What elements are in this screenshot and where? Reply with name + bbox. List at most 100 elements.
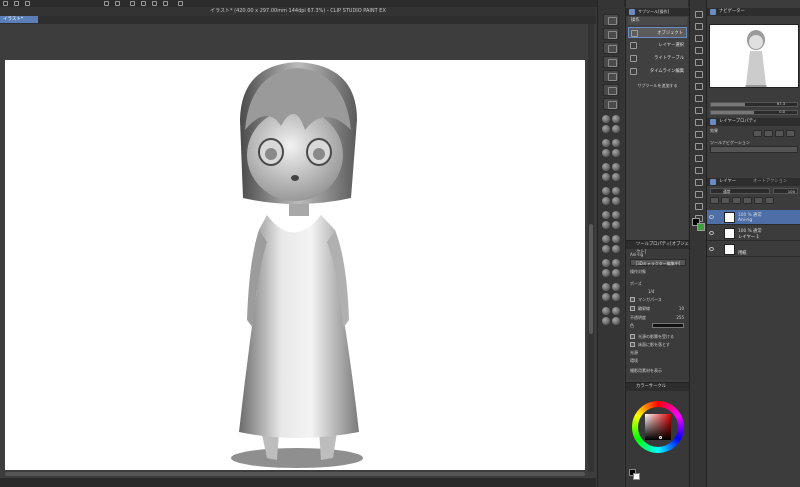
- layer-thumbnail: [724, 212, 735, 223]
- layer-row-paper[interactable]: 用紙: [707, 242, 800, 257]
- layer-row-layer1[interactable]: 100 % 通常 レイヤー 1: [707, 226, 800, 241]
- deselect-icon[interactable]: [152, 1, 157, 6]
- move-tool-icon[interactable]: [694, 22, 703, 30]
- tab-auto-action[interactable]: オートアクション: [753, 178, 787, 186]
- eye-icon[interactable]: [709, 231, 714, 235]
- subtool-item-lighttable[interactable]: ライトテーブル: [628, 53, 687, 64]
- outline-color-swatch[interactable]: [652, 323, 684, 328]
- snap-icon[interactable]: [178, 1, 183, 6]
- saturation-value-square[interactable]: [645, 414, 671, 440]
- tool-nav-button[interactable]: [710, 146, 798, 153]
- pen-tool-icon[interactable]: [694, 94, 703, 102]
- outline-color-row[interactable]: 色: [630, 322, 686, 329]
- airbrush-tool-icon[interactable]: [694, 130, 703, 138]
- transform-icon[interactable]: [141, 1, 146, 6]
- undo-icon[interactable]: [104, 1, 109, 6]
- scroll-thumb[interactable]: [589, 224, 593, 334]
- lighting-preset[interactable]: [601, 235, 621, 257]
- eye-icon[interactable]: [709, 215, 714, 219]
- drawing-canvas[interactable]: [5, 60, 585, 470]
- lasso-tool-icon[interactable]: [694, 70, 703, 78]
- outline-checkbox[interactable]: [630, 306, 635, 311]
- color-picker-marker[interactable]: [659, 436, 662, 439]
- expand-option[interactable]: 撮影用素材を表示: [630, 367, 686, 374]
- sub-color-swatch[interactable]: [633, 473, 640, 480]
- fill-tool-icon[interactable]: [694, 178, 703, 186]
- clear-icon[interactable]: [130, 1, 135, 6]
- subtool-group[interactable]: 操作: [628, 17, 687, 25]
- operation-tool-icon[interactable]: [694, 34, 703, 42]
- tab-document[interactable]: イラスト*: [0, 16, 38, 23]
- eye-icon[interactable]: [709, 247, 714, 251]
- reset-icon[interactable]: [603, 84, 619, 96]
- eyedropper-tool-icon[interactable]: [694, 82, 703, 90]
- zoom-slider[interactable]: 67.3: [710, 102, 798, 107]
- environment-row[interactable]: 環境: [630, 357, 686, 364]
- zoom-icon[interactable]: [603, 70, 619, 82]
- lighting-preset[interactable]: [601, 211, 621, 233]
- lighting-preset[interactable]: [601, 283, 621, 305]
- opacity-row[interactable]: 不透明度 255: [630, 314, 686, 321]
- new-icon[interactable]: [3, 1, 8, 6]
- layer-row-ani-rig[interactable]: 100 % 通常 Ani-rig: [707, 210, 800, 225]
- sub-color-chip[interactable]: [697, 223, 705, 231]
- navigator-preview[interactable]: [709, 24, 799, 88]
- decoration-tool-icon[interactable]: [694, 142, 703, 150]
- blend-mode-select[interactable]: 通常: [710, 188, 770, 194]
- rotate-icon[interactable]: [603, 42, 619, 54]
- redo-icon[interactable]: [115, 1, 120, 6]
- pose-icon[interactable]: [603, 98, 619, 110]
- lock-layer-button[interactable]: [754, 197, 763, 204]
- outline-width-row[interactable]: 輪郭線 10: [630, 305, 686, 312]
- 3d-figure-icon[interactable]: [5, 60, 585, 470]
- lighting-preset[interactable]: [601, 139, 621, 161]
- lighting-preset[interactable]: [601, 163, 621, 185]
- horizontal-scrollbar[interactable]: [5, 472, 585, 476]
- rotation-slider[interactable]: 0.0: [710, 110, 798, 115]
- shadow-toggle[interactable]: 床面に影を落とす: [630, 341, 686, 348]
- vertical-scrollbar[interactable]: [588, 24, 594, 472]
- layer-select-icon: [630, 42, 637, 49]
- eraser-tool-icon[interactable]: [694, 154, 703, 162]
- select-all-icon[interactable]: [163, 1, 168, 6]
- brush-tool-icon[interactable]: [694, 118, 703, 126]
- new-folder-button[interactable]: [732, 197, 741, 204]
- tone-effect-button[interactable]: [764, 130, 773, 137]
- zoom-tool-icon[interactable]: [694, 10, 703, 18]
- lighting-preset[interactable]: [601, 307, 621, 329]
- color-effect-button[interactable]: [775, 130, 784, 137]
- save-icon[interactable]: [25, 1, 30, 6]
- camera-icon[interactable]: [603, 14, 619, 26]
- subtool-item-object[interactable]: オブジェクト: [628, 27, 687, 38]
- layer-color-button[interactable]: [786, 130, 795, 137]
- light-checkbox[interactable]: [630, 334, 635, 339]
- mannequin-toggle[interactable]: マンガパース: [630, 296, 686, 303]
- pose-stepper[interactable]: 1/4: [630, 288, 686, 295]
- gradient-tool-icon[interactable]: [694, 190, 703, 198]
- new-vector-layer-button[interactable]: [721, 197, 730, 204]
- new-raster-layer-button[interactable]: [710, 197, 719, 204]
- pencil-tool-icon[interactable]: [694, 106, 703, 114]
- layer-opacity-field[interactable]: 100: [773, 188, 798, 194]
- move-layer-tool-icon[interactable]: [694, 46, 703, 54]
- mannequin-checkbox[interactable]: [630, 297, 635, 302]
- blend-tool-icon[interactable]: [694, 166, 703, 174]
- open-icon[interactable]: [14, 1, 19, 6]
- lighting-preset[interactable]: [601, 187, 621, 209]
- lighting-preset[interactable]: [601, 259, 621, 281]
- add-subtool-button[interactable]: サブツールを追加する: [628, 82, 687, 90]
- clip-layer-button[interactable]: [743, 197, 752, 204]
- pan-icon[interactable]: [603, 56, 619, 68]
- selection-tool-icon[interactable]: [694, 58, 703, 66]
- subtool-item-layer-select[interactable]: レイヤー選択: [628, 40, 687, 51]
- mask-layer-button[interactable]: [765, 197, 774, 204]
- subtool-item-timeline[interactable]: タイムライン編集: [628, 66, 687, 77]
- shadow-checkbox[interactable]: [630, 342, 635, 347]
- light-source-row[interactable]: 光源: [630, 349, 686, 356]
- move-camera-icon[interactable]: [603, 28, 619, 40]
- border-effect-button[interactable]: [753, 130, 762, 137]
- character-edit-button[interactable]: [3Dキャラクター編集中]: [630, 259, 686, 266]
- text-tool-icon[interactable]: [694, 202, 703, 210]
- lighting-preset[interactable]: [601, 115, 621, 137]
- light-effect-toggle[interactable]: 光源の影響を受ける: [630, 333, 686, 340]
